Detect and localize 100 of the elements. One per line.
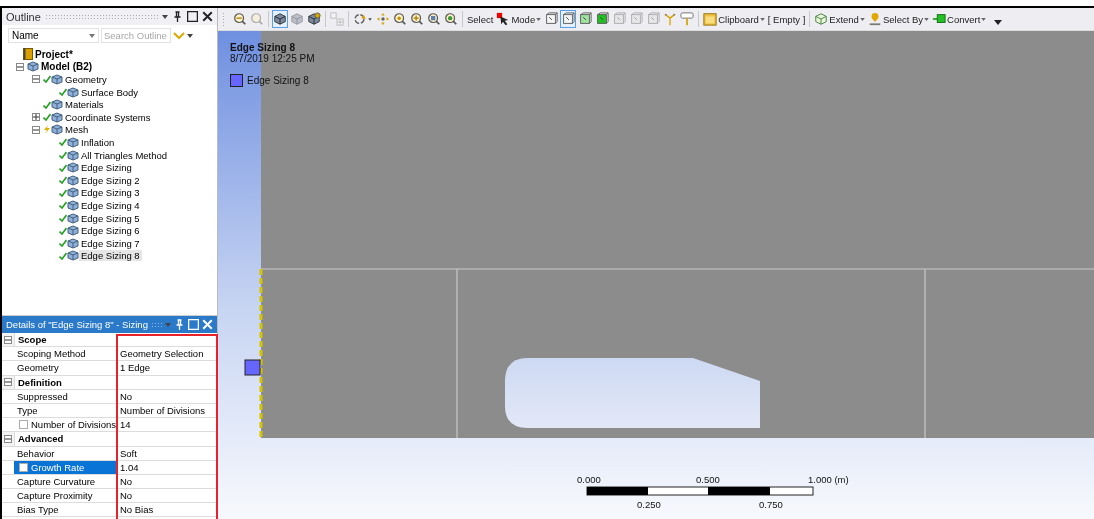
collapse-toggle[interactable] xyxy=(4,378,12,387)
tree-item[interactable]: Edge Sizing 5 xyxy=(79,212,142,224)
tree-item[interactable]: Inflation xyxy=(79,136,117,148)
edge-marker xyxy=(244,359,261,376)
filter-dropdown[interactable]: Name xyxy=(8,28,99,43)
toolbar-menu[interactable]: Select By xyxy=(866,10,931,28)
cube-icon xyxy=(67,199,79,211)
toolbar-button[interactable]: Select xyxy=(466,10,495,28)
checkbox[interactable] xyxy=(19,420,28,430)
tree-item[interactable]: Edge Sizing 3 xyxy=(79,187,142,199)
expand-toggle[interactable] xyxy=(32,113,40,122)
cube-icon xyxy=(67,187,79,199)
property-label: Suppressed xyxy=(17,390,68,402)
cube-select-button[interactable] xyxy=(560,10,577,28)
property-value[interactable]: No xyxy=(117,389,217,403)
property-value[interactable]: 14 xyxy=(117,418,217,432)
tree-item[interactable]: All Triangles Method xyxy=(79,149,170,161)
cube-icon xyxy=(27,61,39,73)
caret-icon xyxy=(759,17,765,21)
toolbar-menu[interactable]: Clipboard xyxy=(702,10,766,28)
zoom-button[interactable] xyxy=(392,10,408,28)
property-label: Scoping Method xyxy=(17,348,86,360)
property-value[interactable]: No xyxy=(117,489,217,503)
cube-icon xyxy=(67,136,79,148)
toolbar-menu[interactable]: Mode xyxy=(495,10,543,28)
caret-icon xyxy=(981,17,987,21)
tree-item[interactable]: Edge Sizing 7 xyxy=(79,237,142,249)
property-label: Bias Type xyxy=(17,504,59,516)
property-value[interactable]: No Bias xyxy=(117,503,217,517)
property-value[interactable]: Soft xyxy=(117,446,217,460)
caret-icon xyxy=(924,17,930,21)
menu-caret-icon xyxy=(165,322,171,327)
group-header: Scope xyxy=(17,333,48,347)
property-label: Type xyxy=(17,405,38,417)
legend-label: Edge Sizing 8 xyxy=(247,75,309,86)
zoom-in-button[interactable] xyxy=(409,10,425,28)
property-value[interactable]: No xyxy=(117,474,217,489)
cube-icon xyxy=(67,250,79,262)
tree-item[interactable]: Project* xyxy=(33,48,75,60)
expand-toggle[interactable] xyxy=(16,62,24,71)
tree-item[interactable]: Materials xyxy=(63,99,106,111)
cube-icon xyxy=(814,12,829,26)
book-icon xyxy=(23,48,33,61)
tree-item[interactable]: Mesh xyxy=(63,124,91,136)
scale-label: 0.250 xyxy=(637,499,661,510)
property-value[interactable]: 1 Edge xyxy=(117,361,217,375)
group-header: Definition xyxy=(17,375,63,389)
zoom-box-button[interactable] xyxy=(426,10,442,28)
tree-item[interactable]: Geometry xyxy=(63,74,109,85)
expand-toggle[interactable] xyxy=(32,75,40,84)
pin-icon[interactable] xyxy=(172,11,183,22)
tree-item[interactable]: Edge Sizing 8 xyxy=(79,250,142,262)
search-field[interactable]: Search Outline xyxy=(101,28,171,43)
collapse-toggle[interactable] xyxy=(4,434,12,443)
property-value[interactable]: 1.04 xyxy=(117,460,217,474)
property-label: Number of Divisions xyxy=(31,419,116,431)
caret-icon xyxy=(187,33,193,38)
checkbox[interactable] xyxy=(19,462,28,472)
group-header: Advanced xyxy=(17,432,65,446)
cube-icon xyxy=(67,174,79,186)
clipboard-icon xyxy=(703,12,718,26)
property-label: Geometry xyxy=(17,362,59,374)
cube-icon xyxy=(51,111,63,123)
menu-caret-icon xyxy=(162,14,168,19)
tree-item[interactable]: Edge Sizing 6 xyxy=(79,225,142,237)
property-value[interactable]: Number of Divisions xyxy=(117,403,217,418)
collapse-toggle[interactable] xyxy=(4,335,12,344)
caret-icon xyxy=(89,33,95,38)
property-label: Capture Curvature xyxy=(17,475,96,487)
maximize-icon[interactable] xyxy=(187,11,198,22)
pin-icon xyxy=(867,12,882,26)
toolbar-button[interactable]: [ Empty ] xyxy=(766,10,807,28)
toolbar-menu[interactable]: Extend xyxy=(813,10,866,28)
caret-icon xyxy=(536,17,542,21)
tree-item[interactable]: Surface Body xyxy=(79,86,141,98)
zoom-fit-button[interactable] xyxy=(443,10,459,28)
cube-gear-button[interactable] xyxy=(306,10,322,28)
tree-item[interactable]: Edge Sizing 4 xyxy=(79,199,142,211)
selected-edge[interactable] xyxy=(259,269,263,438)
expand-toggle[interactable] xyxy=(32,125,40,134)
overflow-caret-icon[interactable] xyxy=(994,19,1003,25)
panel-title: Details of "Edge Sizing 8" - Sizing xyxy=(6,319,148,330)
cube-icon xyxy=(51,99,63,111)
property-label: Behavior xyxy=(17,447,55,459)
cube-icon xyxy=(67,237,79,249)
zoom-out-button[interactable] xyxy=(232,10,248,28)
property-value[interactable]: Geometry Selection xyxy=(117,347,217,361)
cube-icon xyxy=(67,149,79,161)
scale-label: 0.500 xyxy=(696,474,720,485)
tree-item[interactable]: Model (B2) xyxy=(39,61,95,73)
toolbar-menu[interactable]: Convert xyxy=(931,10,988,28)
tree-item[interactable]: Coordinate Systems xyxy=(63,111,153,123)
cube-button[interactable] xyxy=(272,10,288,28)
tree-item[interactable]: Edge Sizing 2 xyxy=(79,174,142,186)
scale-label: 1.000 (m) xyxy=(808,474,849,485)
pin-button[interactable] xyxy=(679,10,696,28)
tree-item[interactable]: Edge Sizing xyxy=(79,162,134,174)
property-label: Growth Rate xyxy=(31,461,85,473)
close-icon[interactable] xyxy=(202,11,213,22)
caret-icon xyxy=(859,17,865,21)
